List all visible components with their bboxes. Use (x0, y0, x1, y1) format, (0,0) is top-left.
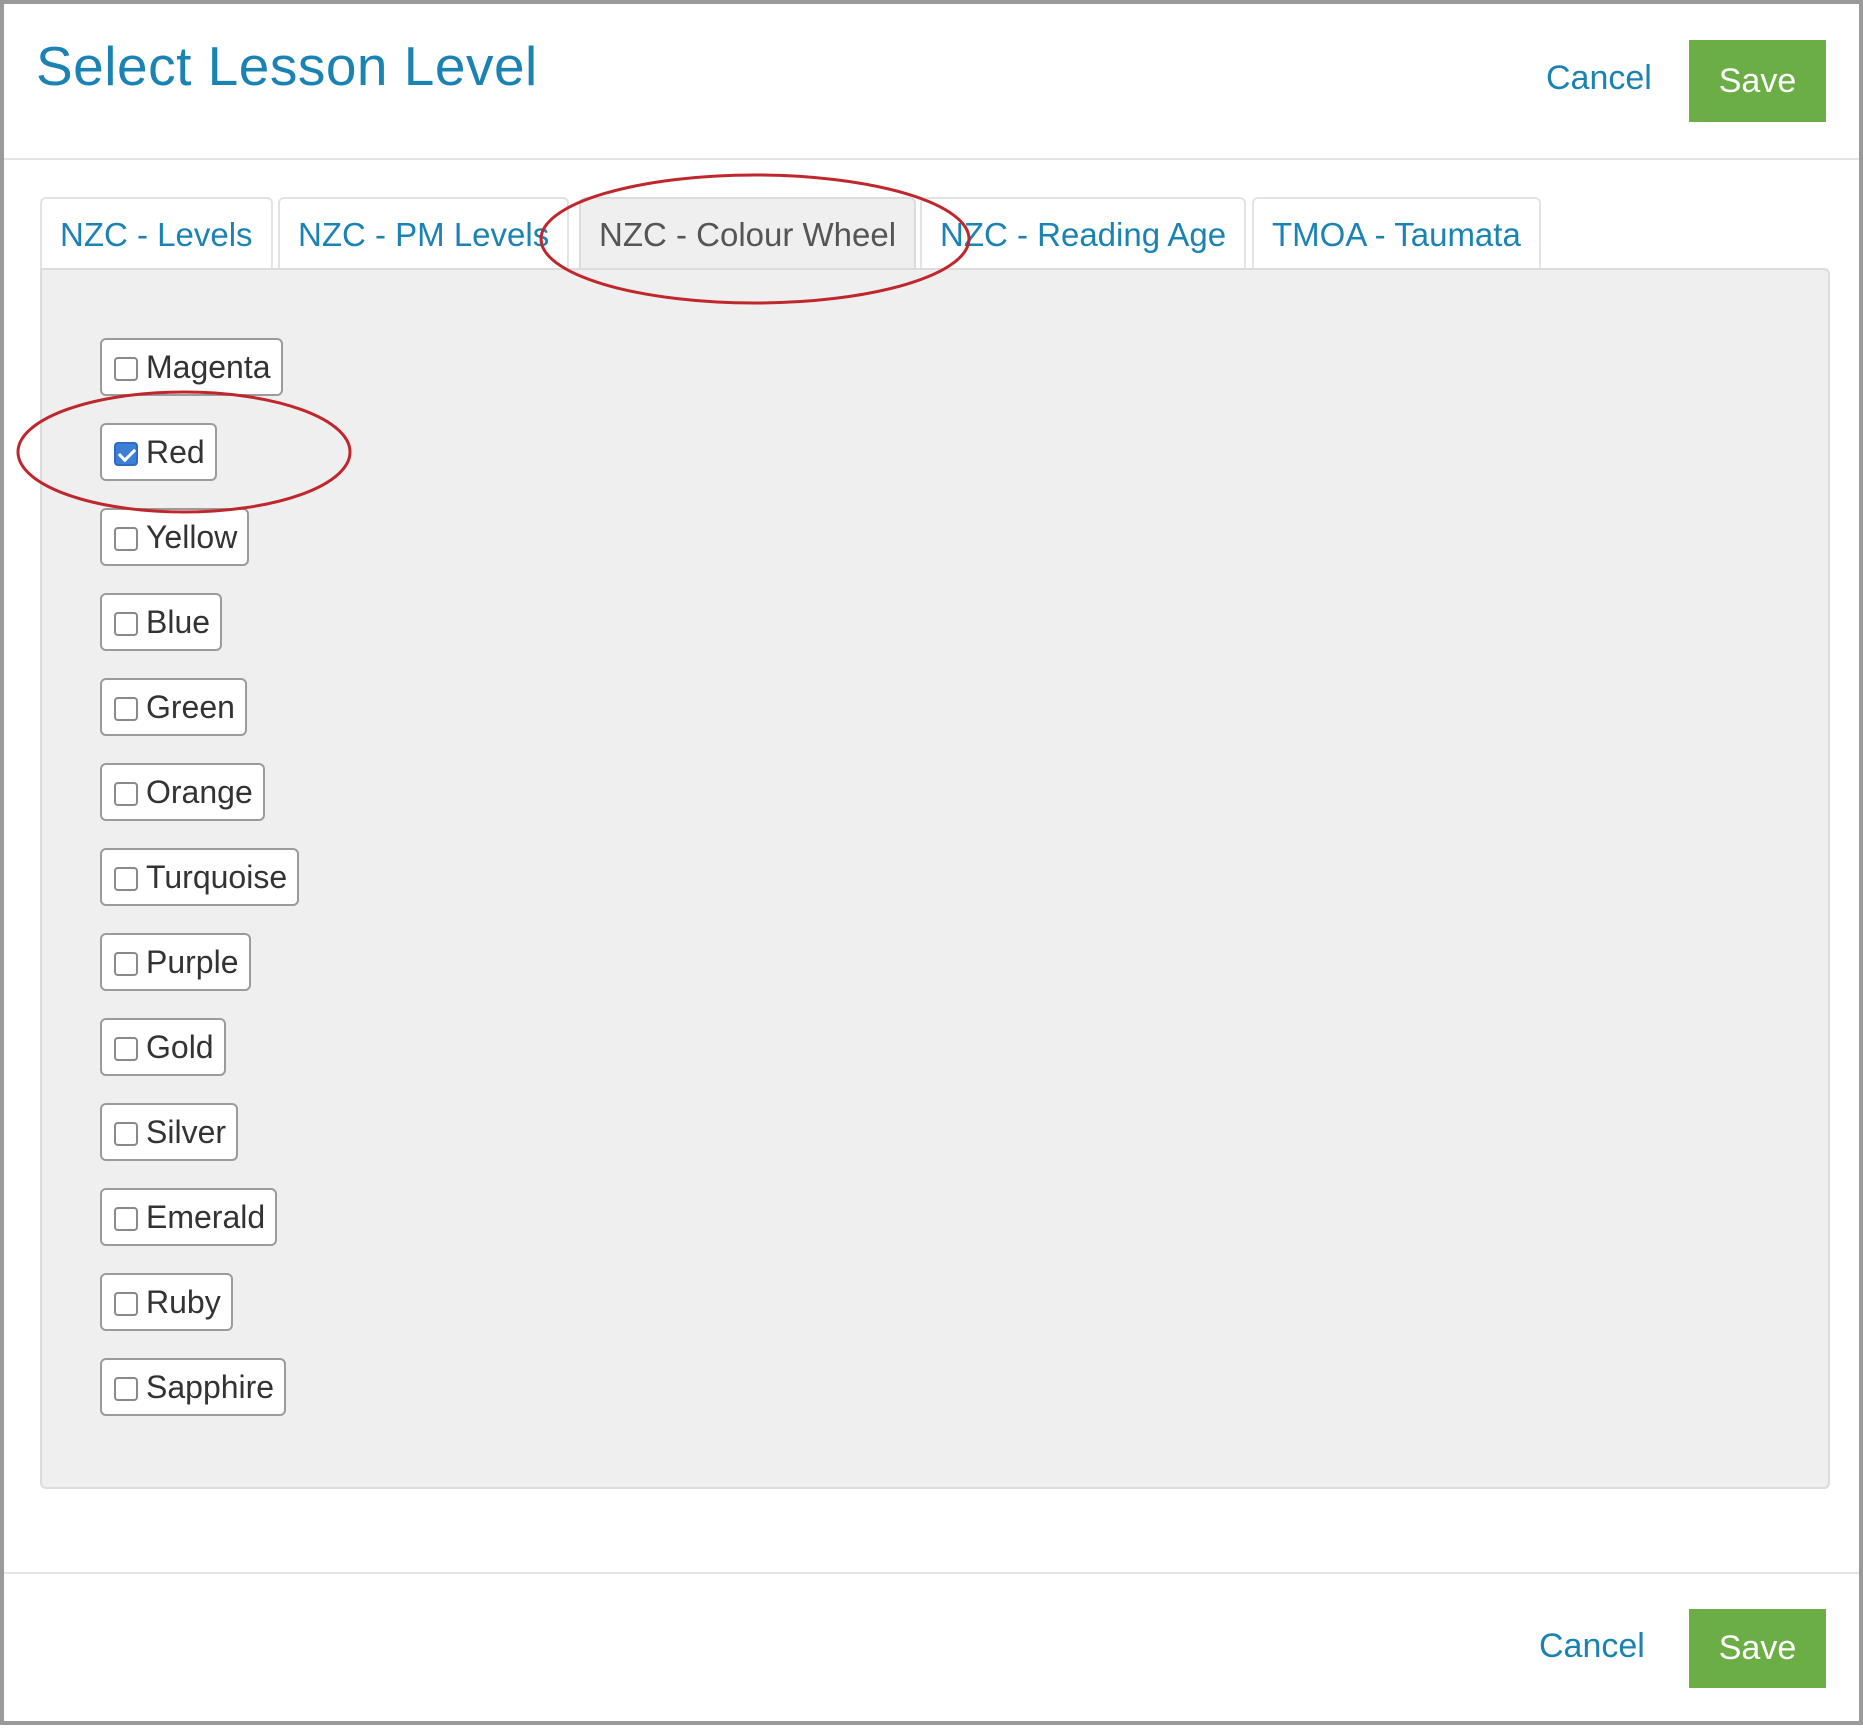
option-checkbox[interactable] (114, 357, 138, 381)
select-lesson-level-dialog: Select Lesson Level Cancel Save NZC - Le… (0, 0, 1863, 1725)
header-save-button[interactable]: Save (1689, 40, 1826, 122)
option-emerald[interactable]: Emerald (100, 1188, 278, 1246)
option-checkbox[interactable] (114, 612, 138, 636)
tab-nzc-colour-wheel[interactable]: NZC - Colour Wheel (579, 197, 917, 271)
option-label: Gold (146, 1028, 214, 1065)
option-checkbox[interactable] (114, 1207, 138, 1231)
option-item: Magenta (100, 338, 299, 423)
option-item: Green (100, 678, 299, 763)
option-label: Ruby (146, 1283, 221, 1320)
option-purple[interactable]: Purple (100, 933, 251, 991)
option-orange[interactable]: Orange (100, 763, 265, 821)
option-label: Magenta (146, 348, 271, 385)
option-label: Blue (146, 603, 211, 640)
option-item: Red (100, 423, 299, 508)
option-checkbox[interactable] (114, 1037, 138, 1061)
tab-nzc-reading-age[interactable]: NZC - Reading Age (920, 197, 1247, 269)
tab-panel-colour-wheel: Magenta Red Yellow Blue Green Orange Turquoise… (40, 268, 1830, 1489)
tab-nzc-pm-levels[interactable]: NZC - PM Levels (278, 197, 570, 269)
option-label: Yellow (146, 518, 238, 555)
option-gold[interactable]: Gold (100, 1018, 226, 1076)
option-item: Blue (100, 593, 299, 678)
option-item: Orange (100, 763, 299, 848)
tab-nzc-levels[interactable]: NZC - Levels (40, 197, 273, 269)
option-yellow[interactable]: Yellow (100, 508, 250, 566)
option-label: Turquoise (146, 858, 288, 895)
tab-tmoa-taumata[interactable]: TMOA - Taumata (1252, 197, 1541, 269)
option-item: Turquoise (100, 848, 300, 933)
option-green[interactable]: Green (100, 678, 247, 736)
option-checkbox[interactable] (114, 1377, 138, 1401)
option-item: Purple (100, 933, 299, 1018)
option-label: Purple (146, 943, 239, 980)
option-checkbox[interactable] (114, 867, 138, 891)
option-checkbox[interactable] (114, 1122, 138, 1146)
option-item: Emerald (100, 1188, 299, 1273)
option-checkbox[interactable] (114, 782, 138, 806)
option-sapphire[interactable]: Sapphire (100, 1358, 287, 1416)
option-checkbox[interactable] (114, 1292, 138, 1316)
option-label: Sapphire (146, 1368, 275, 1405)
dialog-title: Select Lesson Level (36, 35, 538, 97)
option-label: Silver (146, 1113, 227, 1150)
option-label: Green (146, 688, 235, 725)
option-silver[interactable]: Silver (100, 1103, 239, 1161)
colour-options-list: Magenta Red Yellow Blue Green Orange Turquoise… (100, 338, 300, 1443)
footer-save-button[interactable]: Save (1689, 1609, 1826, 1688)
option-magenta[interactable]: Magenta (100, 338, 283, 396)
option-label: Orange (146, 773, 253, 810)
option-turquoise[interactable]: Turquoise (100, 848, 300, 906)
option-checkbox[interactable] (114, 952, 138, 976)
option-checkbox[interactable] (114, 527, 138, 551)
option-item: Sapphire (100, 1358, 299, 1443)
option-checkbox[interactable] (114, 442, 138, 466)
option-item: Yellow (100, 508, 299, 593)
option-ruby[interactable]: Ruby (100, 1273, 233, 1331)
option-red[interactable]: Red (100, 423, 217, 481)
option-item: Silver (100, 1103, 299, 1188)
footer-cancel-button[interactable]: Cancel (1539, 1627, 1645, 1666)
option-label: Red (146, 433, 205, 470)
level-system-tabs: NZC - Levels NZC - PM Levels NZC - Colou… (40, 197, 1830, 271)
option-label: Emerald (146, 1198, 266, 1235)
option-item: Ruby (100, 1273, 299, 1358)
option-blue[interactable]: Blue (100, 593, 223, 651)
option-item: Gold (100, 1018, 299, 1103)
option-checkbox[interactable] (114, 697, 138, 721)
header-cancel-button[interactable]: Cancel (1546, 59, 1652, 98)
